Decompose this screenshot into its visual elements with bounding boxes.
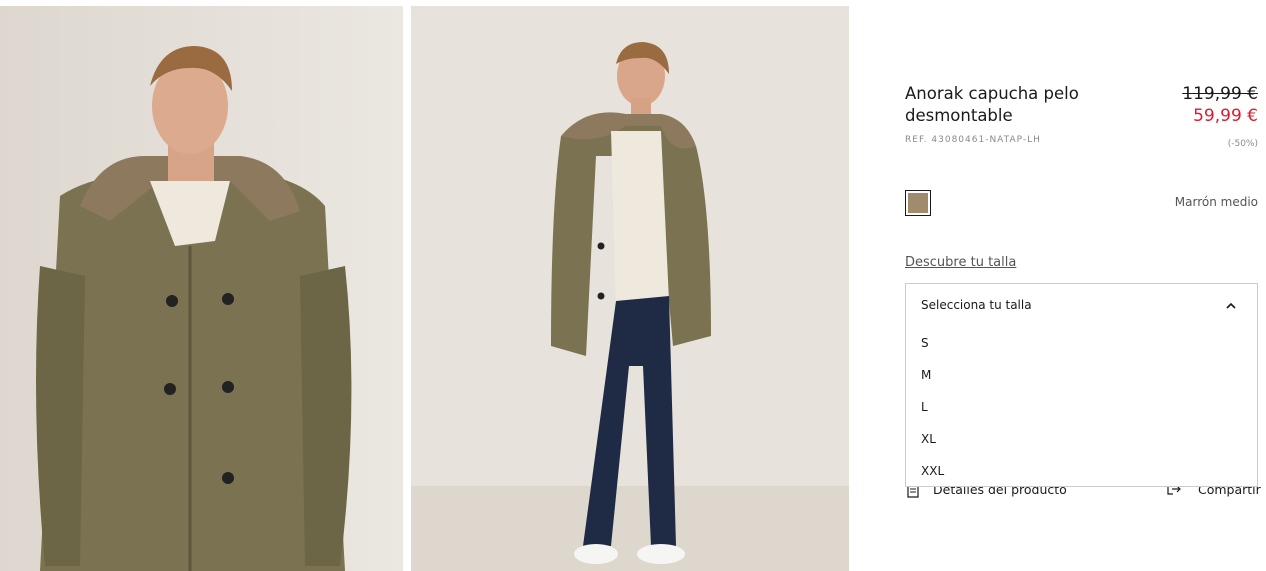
discount-badge: (-50%) (1227, 139, 1258, 149)
color-swatch[interactable] (905, 190, 931, 216)
color-swatch-fill (908, 193, 928, 213)
product-image-full-body[interactable] (411, 6, 849, 571)
size-options-list: S M L XL XXL (906, 328, 1257, 488)
product-title: Anorak capucha pelo desmontable (905, 84, 1079, 125)
product-photo-full-body-illustration (411, 6, 849, 571)
size-option-m[interactable]: M (906, 360, 1257, 392)
size-select-dropdown[interactable]: Selecciona tu talla S M L XL XXL (905, 283, 1258, 487)
size-option-xxl[interactable]: XXL (906, 456, 1257, 488)
size-select-header[interactable]: Selecciona tu talla (906, 284, 1257, 328)
size-option-l[interactable]: L (906, 392, 1257, 424)
size-option-xl[interactable]: XL (906, 424, 1257, 456)
size-guide-link[interactable]: Descubre tu talla (905, 255, 1016, 270)
color-name: Marrón medio (1174, 195, 1258, 209)
size-select-label: Selecciona tu talla (921, 298, 1032, 312)
size-option-s[interactable]: S (906, 328, 1257, 360)
sale-price: 59,99 € (1193, 106, 1258, 126)
product-photo-front-illustration (0, 6, 403, 571)
product-info-panel: Anorak capucha pelo desmontable REF. 430… (905, 0, 1261, 571)
product-image-front[interactable] (0, 6, 403, 571)
original-price: 119,99 € (1182, 84, 1258, 104)
product-reference: REF. 43080461-NATAP-LH (905, 135, 1041, 145)
chevron-up-icon (1226, 302, 1236, 309)
